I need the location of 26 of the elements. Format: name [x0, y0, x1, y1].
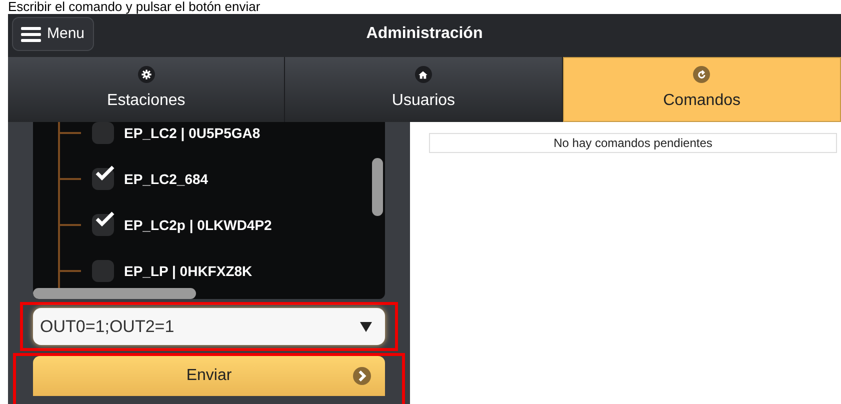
- checkbox[interactable]: [92, 260, 114, 282]
- gear-icon: [138, 66, 155, 83]
- station-label: EP_LC2p | 0LKWD4P2: [124, 216, 272, 236]
- checkbox[interactable]: [92, 168, 114, 190]
- home-icon: [414, 66, 432, 83]
- instruction-text: Escribir el comando y pulsar el botón enviar: [7, 0, 262, 14]
- send-button[interactable]: Enviar: [33, 356, 385, 396]
- station-label: EP_LC2_684: [124, 170, 208, 188]
- pending-commands-notice: No hay comandos pendientes: [429, 133, 837, 153]
- station-label: EP_LP | 0HKFXZ8K: [124, 262, 252, 282]
- station-label: EP_LC2 | 0U5P5GA8: [124, 124, 260, 144]
- chevron-right-icon: [353, 367, 371, 385]
- menu-icon: [21, 26, 41, 42]
- redo-icon: [693, 66, 710, 83]
- checkmark-icon: [95, 210, 115, 228]
- nav-tab[interactable]: Estaciones: [8, 57, 286, 122]
- checkbox[interactable]: [92, 122, 114, 144]
- checkmark-icon: [95, 164, 115, 182]
- dropdown-caret-icon: [360, 322, 372, 332]
- checkbox[interactable]: [92, 214, 114, 236]
- command-field[interactable]: OUT0=1;OUT2=1: [33, 308, 385, 345]
- menu-button[interactable]: Menu: [12, 17, 94, 51]
- nav-tab[interactable]: Comandos: [562, 57, 841, 122]
- window-title: Administración: [366, 24, 483, 44]
- nav-tab[interactable]: Usuarios: [285, 57, 563, 122]
- vertical-scrollbar: [372, 158, 383, 216]
